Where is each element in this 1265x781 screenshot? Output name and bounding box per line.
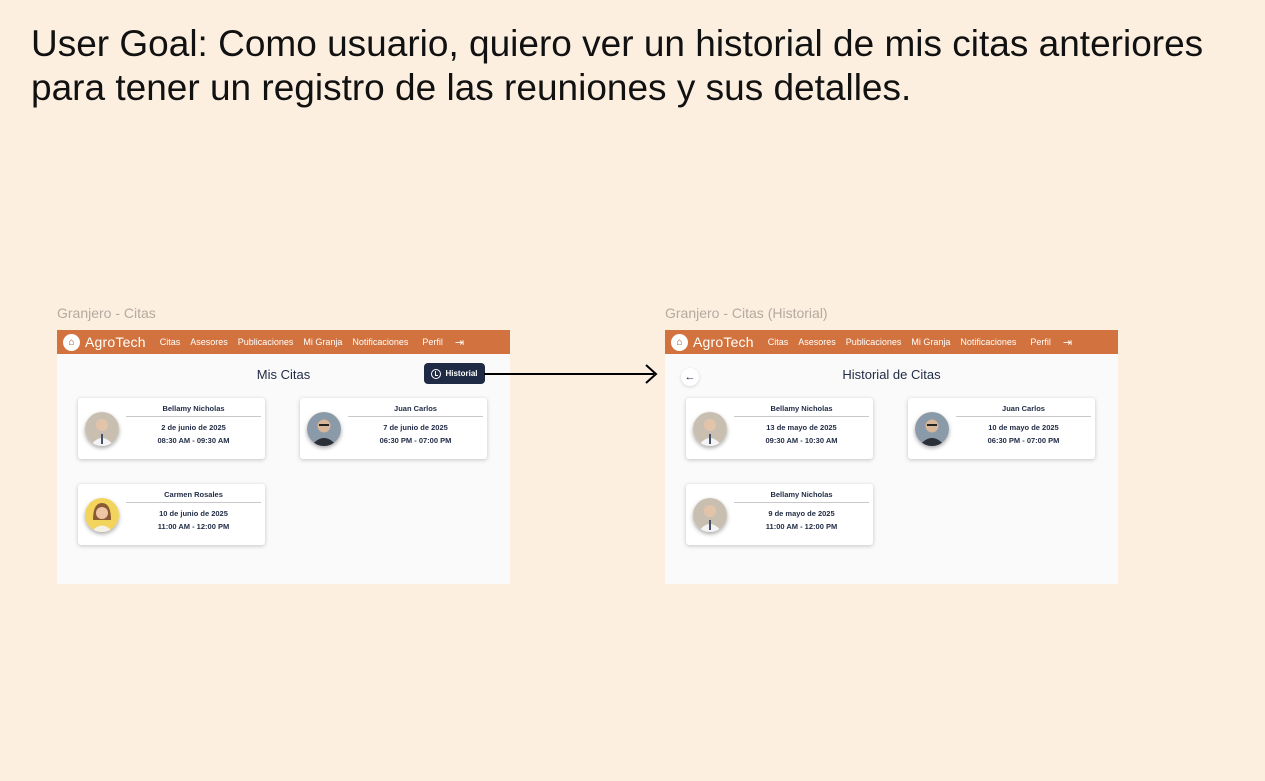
farm-logo-icon: ⌂ [63, 333, 80, 351]
nav-publicaciones[interactable]: Publicaciones [846, 337, 902, 347]
appointment-date: 7 de junio de 2025 [383, 423, 448, 432]
navbar: ⌂ AgroTech Citas Asesores Publicaciones … [57, 330, 510, 354]
nav-publicaciones[interactable]: Publicaciones [238, 337, 294, 347]
appointment-date: 13 de mayo de 2025 [766, 423, 837, 432]
nav-notificaciones[interactable]: Notificaciones [352, 337, 408, 347]
appointment-date: 9 de mayo de 2025 [768, 509, 835, 518]
nav-mi-granja[interactable]: Mi Granja [303, 337, 342, 347]
historial-button[interactable]: Historial [424, 363, 485, 384]
nav-citas[interactable]: Citas [160, 337, 181, 347]
appointment-card[interactable]: Bellamy Nicholas 9 de mayo de 2025 11:00… [686, 484, 873, 545]
logout-icon[interactable]: ⇥ [1063, 336, 1072, 349]
navbar: ⌂ AgroTech Citas Asesores Publicaciones … [665, 330, 1118, 354]
frame-label: Granjero - Citas [57, 305, 156, 321]
historial-button-label: Historial [445, 369, 478, 378]
advisor-name: Bellamy Nicholas [734, 490, 869, 503]
appointment-time: 08:30 AM - 09:30 AM [157, 436, 230, 445]
screen-citas: ⌂ AgroTech Citas Asesores Publicaciones … [57, 330, 510, 584]
appointment-time: 06:30 PM - 07:00 PM [987, 436, 1060, 445]
frame-label: Granjero - Citas (Historial) [665, 305, 828, 321]
appointment-time: 09:30 AM - 10:30 AM [765, 436, 838, 445]
nav-asesores[interactable]: Asesores [190, 337, 228, 347]
farm-logo-icon: ⌂ [671, 333, 688, 351]
nav-asesores[interactable]: Asesores [798, 337, 836, 347]
appointment-time: 06:30 PM - 07:00 PM [379, 436, 452, 445]
appointment-date: 10 de mayo de 2025 [988, 423, 1059, 432]
nav-perfil[interactable]: Perfil [422, 337, 443, 347]
nav-perfil[interactable]: Perfil [1030, 337, 1051, 347]
nav-mi-granja[interactable]: Mi Granja [911, 337, 950, 347]
appointment-card[interactable]: Carmen Rosales 10 de junio de 2025 11:00… [78, 484, 265, 545]
avatar [307, 412, 341, 446]
page-title: Historial de Citas [842, 367, 941, 382]
appointment-card[interactable]: Juan Carlos 10 de mayo de 2025 06:30 PM … [908, 398, 1095, 459]
advisor-name: Bellamy Nicholas [126, 404, 261, 417]
advisor-name: Juan Carlos [956, 404, 1091, 417]
appointment-date: 10 de junio de 2025 [159, 509, 228, 518]
advisor-name: Juan Carlos [348, 404, 483, 417]
appointment-card[interactable]: Bellamy Nicholas 13 de mayo de 2025 09:3… [686, 398, 873, 459]
appointment-time: 11:00 AM - 12:00 PM [157, 522, 230, 531]
logout-icon[interactable]: ⇥ [455, 336, 464, 349]
nav-notificaciones[interactable]: Notificaciones [960, 337, 1016, 347]
brand-name[interactable]: AgroTech [85, 334, 146, 350]
avatar [693, 412, 727, 446]
appointment-card[interactable]: Bellamy Nicholas 2 de junio de 2025 08:3… [78, 398, 265, 459]
avatar [85, 412, 119, 446]
appointment-date: 2 de junio de 2025 [161, 423, 226, 432]
user-goal-text: User Goal: Como usuario, quiero ver un h… [31, 23, 1204, 108]
avatar [915, 412, 949, 446]
nav-citas[interactable]: Citas [768, 337, 789, 347]
advisor-name: Bellamy Nicholas [734, 404, 869, 417]
advisor-name: Carmen Rosales [126, 490, 261, 503]
avatar [693, 498, 727, 532]
flow-arrow [484, 364, 658, 384]
appointment-time: 11:00 AM - 12:00 PM [765, 522, 838, 531]
history-icon [431, 368, 442, 379]
appointment-card[interactable]: Juan Carlos 7 de junio de 2025 06:30 PM … [300, 398, 487, 459]
brand-name[interactable]: AgroTech [693, 334, 754, 350]
screen-historial: ⌂ AgroTech Citas Asesores Publicaciones … [665, 330, 1118, 584]
avatar [85, 498, 119, 532]
